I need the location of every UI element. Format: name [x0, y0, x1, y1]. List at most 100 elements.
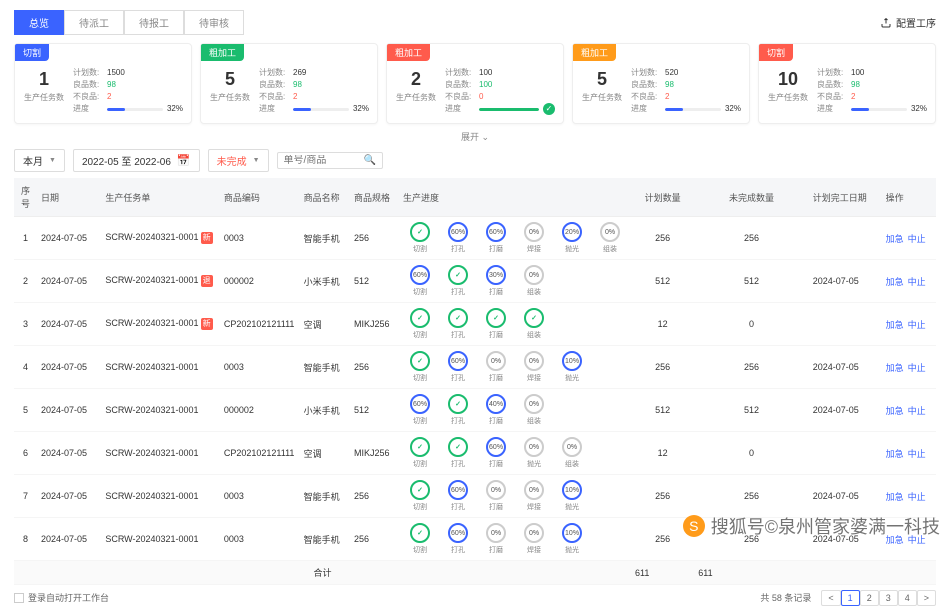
card-badge: 切割 [15, 44, 49, 61]
flag-badge: 新 [201, 318, 213, 330]
tab-0[interactable]: 总览 [14, 10, 64, 35]
summary-card[interactable]: 粗加工 2生产任务数 计划数:100 良品数:100 不良品:0 进度✓ [386, 43, 564, 124]
progress-step: 0%焊接 [517, 523, 551, 555]
task-count: 10 [767, 69, 809, 90]
table-row[interactable]: 6 2024-07-05 SCRW-20240321-0001 CP202102… [14, 432, 936, 475]
summary-card[interactable]: 切割 1生产任务数 计划数:1500 良品数:98 不良品:2 进度32% [14, 43, 192, 124]
col-header: 操作 [882, 178, 936, 217]
page-2[interactable]: 2 [860, 590, 879, 606]
stop-link[interactable]: 中止 [908, 320, 926, 330]
table-row[interactable]: 5 2024-07-05 SCRW-20240321-0001 000002 小… [14, 389, 936, 432]
flag-badge: 退 [201, 275, 213, 287]
page-3[interactable]: 3 [879, 590, 898, 606]
summary-card[interactable]: 粗加工 5生产任务数 计划数:269 良品数:98 不良品:2 进度32% [200, 43, 378, 124]
tab-3[interactable]: 待审核 [184, 10, 244, 35]
expand-toggle[interactable]: 展开 ⌄ [14, 130, 936, 143]
progress-step: ✓打孔 [441, 394, 475, 426]
progress-step: ✓打孔 [441, 308, 475, 340]
date-range-select[interactable]: 2022-05 至 2022-06📅 [73, 149, 200, 172]
card-badge: 粗加工 [387, 44, 430, 61]
progress-step: 60%打孔 [441, 222, 475, 254]
page-4[interactable]: 4 [898, 590, 917, 606]
col-header: 计划完工日期 [809, 178, 882, 217]
progress-step: 10%抛光 [555, 480, 589, 512]
search-box[interactable]: 🔍 [277, 152, 383, 169]
progress-step: 0%组装 [593, 222, 627, 254]
progress-step: 0%打磨 [479, 480, 513, 512]
search-input[interactable] [284, 155, 364, 166]
urgent-link[interactable]: 加急 [886, 320, 904, 330]
stop-link[interactable]: 中止 [908, 406, 926, 416]
progress-step: ✓切割 [403, 308, 437, 340]
progress-step: 0%组装 [555, 437, 589, 469]
progress-step: 0%焊接 [517, 351, 551, 383]
urgent-link[interactable]: 加急 [886, 234, 904, 244]
urgent-link[interactable]: 加急 [886, 492, 904, 502]
table-header-row: 序号日期生产任务单商品编码商品名称商品规格生产进度计划数量未完成数量计划完工日期… [14, 178, 936, 217]
urgent-link[interactable]: 加急 [886, 406, 904, 416]
stop-link[interactable]: 中止 [908, 363, 926, 373]
col-header: 日期 [37, 178, 101, 217]
stop-link[interactable]: 中止 [908, 449, 926, 459]
table-row[interactable]: 1 2024-07-05 SCRW-20240321-0001新 0003 智能… [14, 217, 936, 260]
tab-2[interactable]: 待报工 [124, 10, 184, 35]
summary-card[interactable]: 切割 10生产任务数 计划数:100 良品数:98 不良品:2 进度32% [758, 43, 936, 124]
card-badge: 切割 [759, 44, 793, 61]
stop-link[interactable]: 中止 [908, 234, 926, 244]
search-icon: 🔍 [364, 155, 376, 166]
col-header: 生产进度 [399, 178, 631, 217]
progress-step: 0%打磨 [479, 523, 513, 555]
record-count: 共 58 条记录 [760, 591, 811, 604]
pagination: 共 58 条记录 <1234> [760, 591, 936, 604]
table-row[interactable]: 4 2024-07-05 SCRW-20240321-0001 0003 智能手… [14, 346, 936, 389]
progress-step: ✓打孔 [441, 437, 475, 469]
summary-cards: 切割 1生产任务数 计划数:1500 良品数:98 不良品:2 进度32% 粗加… [14, 43, 936, 124]
status-select[interactable]: 未完成▼ [208, 149, 269, 172]
page-1[interactable]: 1 [841, 590, 860, 606]
tab-1[interactable]: 待派工 [64, 10, 124, 35]
progress-step: ✓切割 [403, 351, 437, 383]
table-row[interactable]: 2 2024-07-05 SCRW-20240321-0001退 000002 … [14, 260, 936, 303]
progress-step: 20%抛光 [555, 222, 589, 254]
progress-step: 60%打磨 [479, 222, 513, 254]
task-count: 1 [23, 69, 65, 90]
progress-step: 10%抛光 [555, 351, 589, 383]
task-count: 2 [395, 69, 437, 90]
card-badge: 粗加工 [573, 44, 616, 61]
table-row[interactable]: 3 2024-07-05 SCRW-20240321-0001新 CP20210… [14, 303, 936, 346]
progress-step: 10%抛光 [555, 523, 589, 555]
task-count: 5 [209, 69, 251, 90]
config-process-button[interactable]: 配置工序 [880, 15, 936, 30]
stop-link[interactable]: 中止 [908, 492, 926, 502]
progress-step: ✓切割 [403, 523, 437, 555]
col-header: 未完成数量 [694, 178, 808, 217]
progress-step: 0%组装 [517, 265, 551, 297]
urgent-link[interactable]: 加急 [886, 363, 904, 373]
progress-step: 0%抛光 [517, 437, 551, 469]
main-tabs: 总览待派工待报工待审核 [14, 10, 244, 35]
progress-step: 60%打孔 [441, 480, 475, 512]
progress-step: ✓切割 [403, 437, 437, 469]
progress-step: 0%焊接 [517, 222, 551, 254]
task-count: 5 [581, 69, 623, 90]
stop-link[interactable]: 中止 [908, 277, 926, 287]
progress-step: 60%切割 [403, 394, 437, 426]
auto-open-label: 登录自动打开工作台 [28, 591, 109, 604]
page-<[interactable]: < [821, 590, 840, 606]
export-icon [880, 17, 892, 29]
page->[interactable]: > [917, 590, 936, 606]
month-select[interactable]: 本月▼ [14, 149, 65, 172]
summary-card[interactable]: 粗加工 5生产任务数 计划数:520 良品数:98 不良品:2 进度32% [572, 43, 750, 124]
urgent-link[interactable]: 加急 [886, 277, 904, 287]
auto-open-checkbox[interactable] [14, 593, 24, 603]
col-header: 商品编码 [220, 178, 300, 217]
table-row[interactable]: 7 2024-07-05 SCRW-20240321-0001 0003 智能手… [14, 475, 936, 518]
urgent-link[interactable]: 加急 [886, 449, 904, 459]
calendar-icon: 📅 [177, 154, 191, 167]
progress-step: 40%打磨 [479, 394, 513, 426]
progress-step: ✓打磨 [479, 308, 513, 340]
col-header: 序号 [14, 178, 37, 217]
progress-step: 0%组装 [517, 394, 551, 426]
config-label: 配置工序 [896, 15, 936, 30]
progress-step: 60%切割 [403, 265, 437, 297]
